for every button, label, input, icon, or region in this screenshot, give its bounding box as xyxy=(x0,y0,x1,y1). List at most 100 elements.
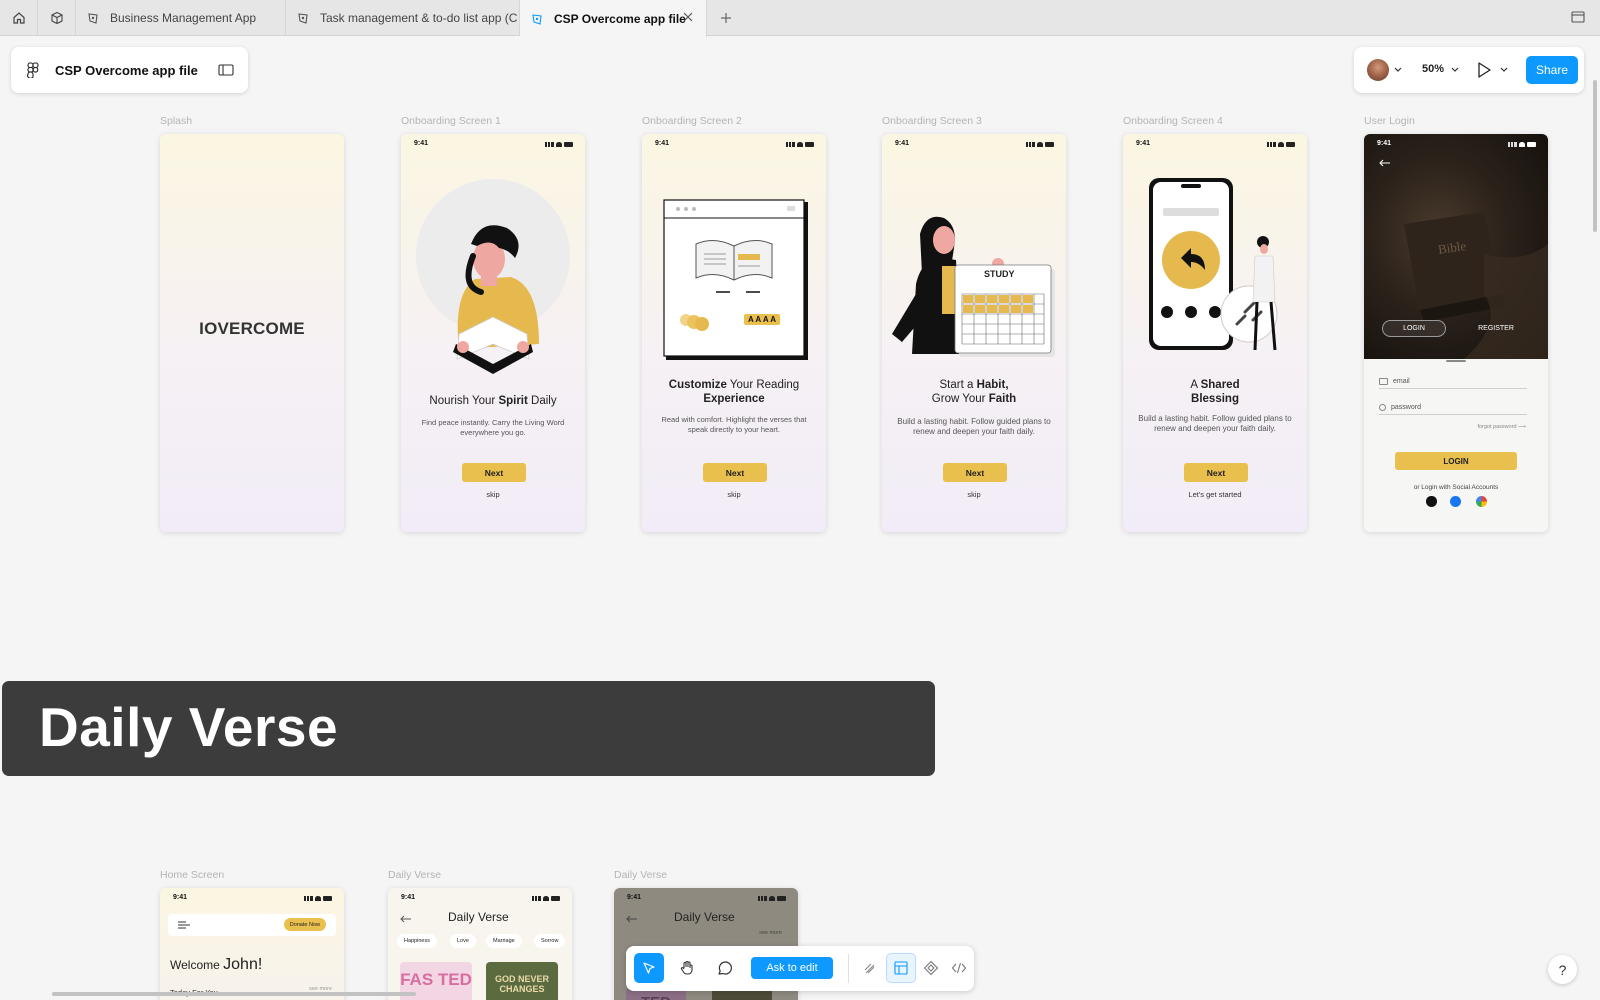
see-more-link[interactable]: see more xyxy=(759,930,782,936)
horizontal-scrollbar[interactable] xyxy=(52,992,416,996)
frame-label[interactable]: Daily Verse xyxy=(388,869,441,881)
move-tool-button[interactable] xyxy=(634,953,664,983)
next-button[interactable]: Next xyxy=(462,463,526,482)
drag-handle[interactable] xyxy=(1446,360,1466,362)
chip-love[interactable]: Love xyxy=(450,934,476,948)
library-button[interactable] xyxy=(1570,9,1586,30)
title-part: Habit, xyxy=(976,379,1009,391)
frame-label[interactable]: Onboarding Screen 4 xyxy=(1123,115,1223,127)
tab-register[interactable]: REGISTER xyxy=(1464,320,1528,337)
close-icon[interactable] xyxy=(682,11,694,26)
chevron-down-icon[interactable] xyxy=(1451,67,1459,73)
next-button[interactable]: Next xyxy=(1184,463,1248,482)
battery-icon xyxy=(1527,142,1536,147)
back-arrow-icon[interactable] xyxy=(400,915,412,923)
frame-label[interactable]: Onboarding Screen 2 xyxy=(642,115,742,127)
tab-bar: Business Management App Task management … xyxy=(0,0,1600,37)
tab-login[interactable]: LOGIN xyxy=(1382,320,1446,337)
frame-onboarding-4[interactable]: 9:41 A Shared Blessing Build a lasting ha… xyxy=(1123,134,1307,532)
tab-csp-overcome[interactable]: CSP Overcome app file xyxy=(520,0,707,37)
reading-settings-illustration xyxy=(663,199,808,360)
frame-label[interactable]: Splash xyxy=(160,115,192,127)
frame-label[interactable]: Onboarding Screen 1 xyxy=(401,115,501,127)
play-icon[interactable] xyxy=(1476,61,1492,79)
new-tab-button[interactable] xyxy=(714,0,738,36)
skip-link[interactable]: skip xyxy=(882,490,1066,499)
chip-happiness[interactable]: Happiness xyxy=(397,934,437,948)
onboarding-title: A Shared Blessing xyxy=(1131,378,1299,406)
frame-onboarding-2[interactable]: 9:41 A A A A Customize Your Reading Expe… xyxy=(642,134,826,532)
frame-label[interactable]: User Login xyxy=(1364,115,1415,127)
avatar[interactable] xyxy=(1367,59,1389,81)
home-button[interactable] xyxy=(0,0,38,36)
forgot-password-link[interactable]: forgot password ⟶ xyxy=(1477,424,1526,430)
frame-splash[interactable]: IOVERCOME xyxy=(160,134,344,532)
file-bar: CSP Overcome app file xyxy=(11,47,248,93)
dev-mode-button[interactable] xyxy=(944,953,974,983)
help-button[interactable]: ? xyxy=(1548,955,1577,984)
battery-icon xyxy=(551,896,560,901)
battery-icon xyxy=(323,896,332,901)
zoom-level[interactable]: 50% xyxy=(1422,63,1444,75)
verse-card[interactable]: GOD NEVER CHANGES xyxy=(486,962,558,1000)
skip-link[interactable]: skip xyxy=(642,490,826,499)
get-started-link[interactable]: Let's get started xyxy=(1123,490,1307,499)
sidebar-toggle-icon[interactable] xyxy=(218,64,234,76)
back-arrow-icon[interactable] xyxy=(626,915,638,923)
apple-icon[interactable] xyxy=(1426,496,1437,507)
menu-icon[interactable] xyxy=(178,921,190,929)
key-icon xyxy=(1379,404,1386,411)
skip-link[interactable]: skip xyxy=(401,490,585,499)
title-part: Grow Your xyxy=(931,393,989,405)
facebook-icon[interactable] xyxy=(1450,496,1461,507)
login-form: email password forgot password ⟶ LOGIN o… xyxy=(1364,359,1548,532)
donate-button[interactable]: Donate Now xyxy=(283,918,326,931)
draw-tool-button[interactable] xyxy=(856,953,886,983)
frame-daily-verse[interactable]: 9:41 Daily Verse Happiness Love Marriage… xyxy=(388,888,572,1000)
community-button[interactable] xyxy=(38,0,76,36)
login-hero: 9:41 Bible LOGIN REGISTER xyxy=(1364,134,1548,359)
share-button[interactable]: Share xyxy=(1526,56,1578,84)
onboarding-title: Nourish Your Spirit Daily xyxy=(409,394,577,408)
google-icon[interactable] xyxy=(1476,496,1487,507)
frame-onboarding-1[interactable]: 9:41 Nourish Your Spirit Daily Find peac… xyxy=(401,134,585,532)
user-name: John! xyxy=(223,956,263,973)
frame-label[interactable]: Onboarding Screen 3 xyxy=(882,115,982,127)
ask-to-edit-button[interactable]: Ask to edit xyxy=(751,957,833,979)
hand-tool-button[interactable] xyxy=(672,953,702,983)
chevron-down-icon[interactable] xyxy=(1394,67,1402,73)
wifi-icon xyxy=(769,896,775,901)
section-banner[interactable]: Daily Verse xyxy=(2,681,935,776)
next-button[interactable]: Next xyxy=(703,463,767,482)
login-button[interactable]: LOGIN xyxy=(1395,452,1517,470)
design-mode-button[interactable] xyxy=(886,953,916,983)
mail-icon xyxy=(1379,378,1388,385)
frame-onboarding-3[interactable]: 9:41 STUDY Start a Habit, Grow Your Faith… xyxy=(882,134,1066,532)
figma-logo-icon[interactable] xyxy=(27,62,39,78)
back-arrow-icon[interactable] xyxy=(1379,159,1391,167)
status-time: 9:41 xyxy=(895,140,910,147)
vertical-scrollbar[interactable] xyxy=(1593,80,1597,232)
chip-marriage[interactable]: Marriage xyxy=(486,934,522,948)
right-toolbar: 50% Share xyxy=(1354,47,1584,93)
question-icon: ? xyxy=(1558,961,1567,978)
frame-home-screen[interactable]: 9:41 Donate Now Welcome John! Today For … xyxy=(160,888,344,1000)
file-name[interactable]: CSP Overcome app file xyxy=(55,63,198,78)
password-field[interactable]: password xyxy=(1379,401,1527,415)
comment-tool-button[interactable] xyxy=(710,953,740,983)
frame-label[interactable]: Home Screen xyxy=(160,869,224,881)
chevron-down-icon[interactable] xyxy=(1500,67,1508,73)
frame-user-login[interactable]: 9:41 Bible LOGIN REGISTER email password… xyxy=(1364,134,1548,532)
chip-sorrow[interactable]: Sorrow xyxy=(534,934,566,948)
component-button[interactable] xyxy=(916,953,946,983)
frame-label[interactable]: Daily Verse xyxy=(614,869,667,881)
welcome-label: Welcome xyxy=(170,958,224,972)
tab-business-management[interactable]: Business Management App xyxy=(76,0,286,36)
next-button[interactable]: Next xyxy=(943,463,1007,482)
wifi-icon xyxy=(1037,142,1043,147)
title-part: Start a xyxy=(939,379,977,391)
tab-task-management[interactable]: Task management & to-do list app (C xyxy=(286,0,520,36)
tab-label: Task management & to-do list app (C xyxy=(320,11,518,25)
email-field[interactable]: email xyxy=(1379,375,1527,389)
title-part: Shared xyxy=(1200,379,1240,391)
